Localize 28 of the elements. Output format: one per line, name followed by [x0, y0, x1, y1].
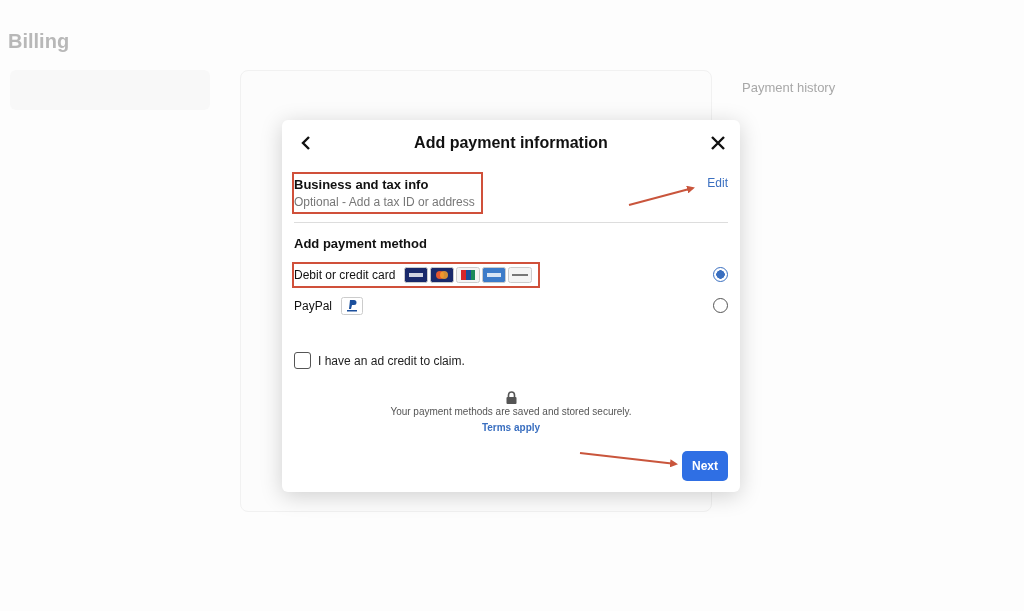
card-icon: [404, 266, 429, 283]
card-icon: [430, 266, 455, 283]
section-heading: Payment history: [742, 80, 836, 95]
terms-link[interactable]: Terms apply: [481, 422, 541, 433]
radio-button[interactable]: [713, 267, 728, 282]
checkbox-label: I have an ad credit to claim.: [318, 353, 465, 368]
section-title: Business and tax info: [294, 177, 430, 192]
security-note: Your payment methods are saved and stored securely.: [390, 406, 632, 417]
close-icon[interactable]: [710, 134, 726, 151]
card-icon: [508, 266, 533, 283]
paypal-icon: [341, 296, 364, 315]
annotation-arrow: [628, 185, 695, 206]
lock-icon: [505, 391, 517, 404]
payment-option[interactable]: PayPal: [292, 291, 372, 320]
next-button[interactable]: Next: [682, 451, 728, 481]
checkbox[interactable]: [294, 352, 311, 369]
payment-option[interactable]: Debit or credit card: [292, 261, 541, 288]
option-label: PayPal: [294, 298, 333, 313]
dialog-title: Add payment information: [414, 133, 608, 152]
page-title: Billing: [8, 30, 71, 53]
section-title: Add payment method: [294, 236, 428, 251]
edit-link[interactable]: Edit: [707, 176, 728, 190]
radio-button[interactable]: [713, 298, 728, 313]
back-icon[interactable]: [300, 134, 312, 151]
option-label: Debit or credit card: [294, 267, 396, 282]
card-icon: [456, 266, 481, 283]
section-subtitle: Optional - Add a tax ID or address: [294, 195, 475, 209]
card-icon: [482, 266, 507, 283]
